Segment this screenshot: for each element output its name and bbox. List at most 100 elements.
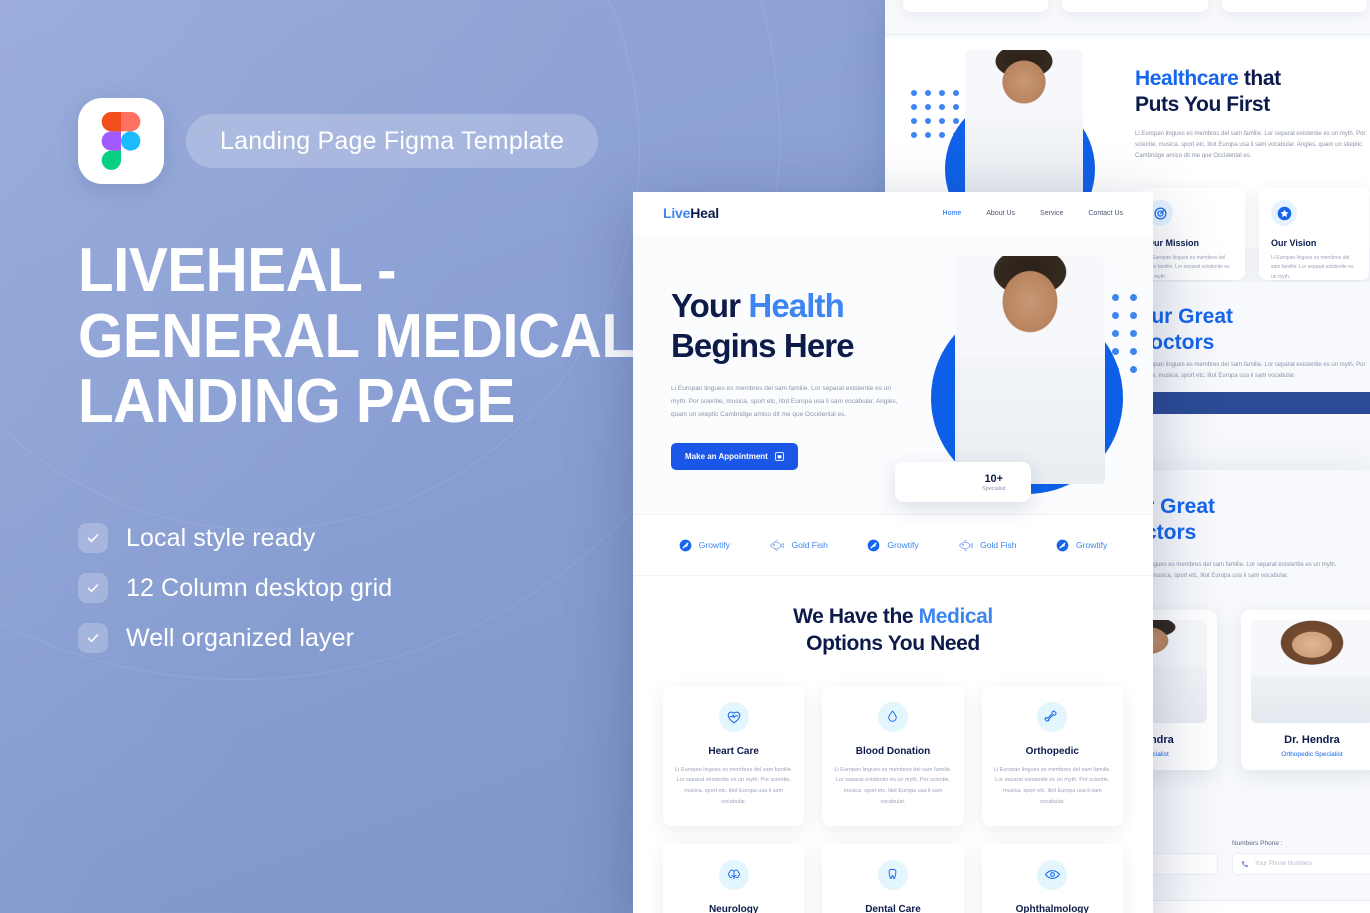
growtify-logo-icon [868, 539, 880, 551]
brand-logo-item: Gold Fish [769, 539, 828, 552]
template-type-badge-label: Landing Page Figma Template [220, 126, 565, 155]
service-card-ophthalmology[interactable]: Ophthalmology Li Europan lingues es memb… [981, 843, 1123, 913]
phone-field-label: Numbers Phone : [1232, 840, 1283, 847]
section-divider [885, 34, 1370, 35]
logo-first-part: Live [663, 205, 691, 221]
doctor-role: Orthopedic Specialist [1281, 751, 1343, 758]
brand-logo-item: Growtify [867, 539, 919, 552]
services-section: We Have the Medical Options You Need Hea… [633, 576, 1153, 913]
service-card-title: Blood Donation [855, 745, 931, 757]
doctor-photo [965, 50, 1083, 210]
template-type-badge: Landing Page Figma Template [186, 114, 599, 168]
hero-heading-line2: Begins Here [671, 326, 855, 364]
service-card-title: Neurology [708, 903, 759, 913]
logo-second-part: Heal [690, 205, 719, 221]
nav-item-service[interactable]: Service [1040, 210, 1063, 217]
service-card-body: Li Europan lingues es membres del sam fa… [993, 766, 1111, 805]
hero-heading: Your Health Begins Here [671, 286, 901, 365]
brand-logo-item: Gold Fish [958, 539, 1017, 552]
service-card-neurology[interactable]: Neurology Li Europan lingues es membres … [663, 843, 805, 913]
doctor-name: Dr. Hendra [1284, 734, 1340, 746]
feature-item: Well organized layer [78, 623, 678, 654]
brand-logo-strip: Growtify Gold Fish Growtify Gold Fish Gr… [633, 514, 1153, 576]
brand-name: Growtify [1076, 540, 1108, 550]
phone-input[interactable]: Your Phone Numbers [1232, 853, 1370, 875]
feature-item: Local style ready [78, 523, 678, 554]
blood-drop-icon [877, 701, 908, 732]
hero-visual: 10+ Specialist [895, 252, 1145, 507]
service-card-title: Heart Care [708, 745, 759, 757]
growtify-logo-icon [679, 539, 692, 551]
brand-logo-item: Growtify [1056, 539, 1107, 552]
nav-item-about-us[interactable]: About Us [986, 210, 1015, 217]
service-card-title: Ophthalmology [1015, 903, 1089, 913]
services-heading: We Have the Medical Options You Need [663, 604, 1123, 658]
specialist-count-text: 10+ Specialist [982, 473, 1006, 492]
back-mockup-heading: Healthcare that Puts You First [1135, 66, 1370, 117]
hero-heading-highlight: Health [748, 287, 844, 324]
service-card-body: Li Europan lingues es membres del sam fa… [834, 766, 952, 805]
service-card-blood-donation[interactable]: Blood Donation Li Europan lingues es mem… [822, 685, 964, 826]
top-card-stubs: Por scientie, musica, sport etc, litot E… [885, 0, 1370, 22]
tooth-icon [877, 859, 908, 890]
doctor-card[interactable]: Dr. Hendra Orthopedic Specialist [1241, 610, 1370, 770]
hero-section: Your Health Begins Here Li Europan lingu… [633, 234, 1153, 514]
growtify-logo-icon [1056, 539, 1069, 551]
brand-name: Growtify [887, 540, 919, 550]
nav-item-home[interactable]: Home [943, 210, 962, 217]
back-mockup-paragraph: Li Europan lingues es membres del sam fa… [1135, 131, 1366, 160]
service-card-orthopedic[interactable]: Orthopedic Li Europan lingues es membres… [981, 685, 1123, 826]
site-logo[interactable]: LiveHeal [663, 205, 719, 221]
check-icon [78, 623, 108, 654]
heading-highlight: Healthcare [1135, 67, 1239, 90]
calendar-icon [774, 452, 784, 462]
heading-rest: that [1238, 67, 1281, 90]
feature-item-label: Well organized layer [126, 623, 355, 652]
goldfish-logo-icon [770, 539, 785, 551]
hero-copy: Your Health Begins Here Li Europan lingu… [671, 286, 901, 471]
site-navbar: LiveHeal Home About Us Service Contact U… [633, 192, 1153, 234]
specialist-count-card: 10+ Specialist [895, 462, 1031, 502]
brand-name: Gold Fish [791, 540, 828, 550]
check-icon [78, 573, 108, 604]
goldfish-logo-icon [959, 539, 973, 551]
heart-pulse-icon [718, 701, 749, 732]
vision-card[interactable]: Our Vision Li Europan lingues es membres… [1259, 188, 1369, 280]
specialist-count-number: 10+ [984, 472, 1004, 485]
services-heading-line2: Options You Need [806, 631, 980, 655]
make-appointment-button-label: Make an Appointment [685, 452, 768, 462]
nav-item-contact-us[interactable]: Contact Us [1088, 210, 1123, 217]
doctor-visual [903, 48, 1118, 244]
phone-field-group: Numbers Phone : Your Phone Numbers [1232, 840, 1370, 875]
service-card-grid: Heart Care Li Europan lingues es membres… [663, 685, 1123, 913]
service-card-dental-care[interactable]: Dental Care Li Europan lingues es membre… [822, 843, 964, 913]
service-card-title: Dental Care [865, 903, 921, 913]
specialist-avatar-group [906, 469, 970, 495]
navbar-menu: Home About Us Service Contact Us [943, 210, 1123, 217]
doctors-section-paragraph: Li Europan lingues es membres del sam fa… [1135, 362, 1366, 380]
page-title-line: LANDING PAGE [78, 367, 515, 437]
vision-card-body: Li Europan lingues es membres del sam fa… [1271, 255, 1354, 280]
card-stub: Por scientie, musica, sport etc, litot E… [903, 0, 1049, 12]
specialist-count-label: Specialist [982, 485, 1006, 492]
vision-card-title: Our Vision [1271, 238, 1317, 248]
eye-icon [1037, 859, 1068, 890]
services-heading-highlight: Medical [918, 605, 994, 628]
mission-card-title: Our Mission [1147, 238, 1200, 248]
check-icon [78, 523, 108, 554]
center-mockup-sheet: LiveHeal Home About Us Service Contact U… [633, 192, 1153, 913]
card-stub: Por scientie, musica, sport etc, litot E… [1062, 0, 1208, 12]
phone-icon [1241, 861, 1248, 868]
card-stub: Por scientie, musica, sport etc, litot E… [1221, 0, 1367, 12]
bone-icon [1037, 701, 1068, 732]
hero-doctor-photo [955, 256, 1105, 484]
navy-band-decoration [1135, 392, 1370, 414]
brain-icon [718, 859, 749, 890]
service-card-heart-care[interactable]: Heart Care Li Europan lingues es membres… [663, 685, 805, 826]
make-appointment-button[interactable]: Make an Appointment [671, 443, 798, 471]
star-badge-icon [1271, 200, 1297, 226]
service-card-body: Li Europan lingues es membres del sam fa… [675, 766, 793, 805]
mission-card-body: Li Europan lingues es membres del sam fa… [1147, 255, 1230, 280]
promo-panel: Landing Page Figma Template LIVEHEAL - G… [78, 98, 678, 654]
hero-heading-part1: Your [671, 287, 749, 324]
